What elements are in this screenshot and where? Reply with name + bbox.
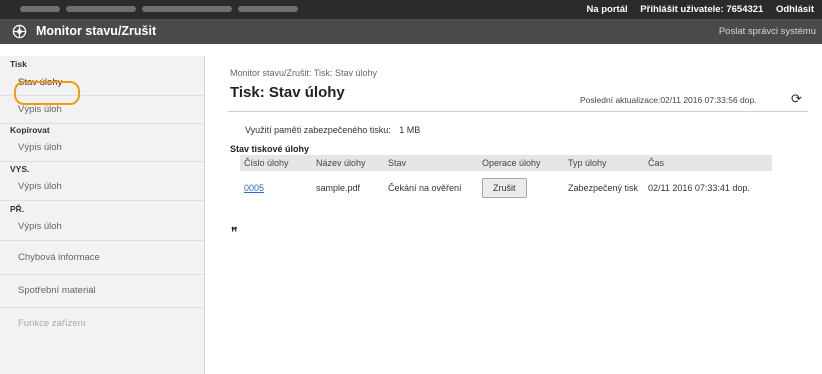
table-header-row: Číslo úlohy Název úlohy Stav Operace úlo… (240, 155, 772, 171)
col-job-name: Název úlohy (312, 155, 384, 171)
sidebar-heading-receive: PŘ. (10, 204, 25, 214)
divider (228, 111, 808, 112)
job-time: 02/11 2016 07:33:41 dop. (648, 183, 750, 193)
breadcrumb: Monitor stavu/Zrušit: Tisk: Stav úlohy (230, 68, 378, 78)
top-links: Na portál Přihlášit uživatele: 7654321 O… (576, 4, 814, 15)
job-id-link[interactable]: 0005 (244, 183, 264, 193)
app-title: Monitor stavu/Zrušit (36, 24, 157, 38)
page-title: Tisk: Stav úlohy (230, 84, 345, 101)
sidebar-heading-copy: Kopírovat (10, 125, 50, 135)
zoom-mark: ꟸ (231, 226, 238, 238)
sidebar-item-send-job-list[interactable]: Výpis úloh (0, 174, 204, 199)
job-name: sample.pdf (316, 183, 361, 193)
memory-label: Využití paměti zabezpečeného tisku: (245, 125, 391, 135)
job-type: Zabezpečený tisk (568, 183, 639, 193)
sidebar-item-copy-job-list[interactable]: Výpis úloh (0, 135, 204, 160)
sidebar-item-receive-job-list[interactable]: Výpis úloh (0, 214, 204, 239)
col-job-number: Číslo úlohy (240, 155, 312, 171)
sidebar-heading-send: VYS. (10, 164, 30, 174)
job-status: Čekání na ověření (388, 183, 462, 193)
last-update-text: Poslední aktualizace:02/11 2016 07:33:56… (580, 95, 757, 105)
cancel-job-button[interactable]: Zrušit (482, 178, 527, 198)
status-monitor-icon (12, 24, 27, 39)
sidebar-item-consumables[interactable]: Spotřební materiál (0, 276, 204, 306)
refresh-icon[interactable]: ⟳ (791, 91, 802, 107)
send-to-admin-link[interactable]: Poslat správci systému (719, 26, 816, 37)
top-bar: Na portál Přihlášit uživatele: 7654321 O… (0, 0, 822, 19)
table-row: 0005 sample.pdf Čekání na ověření Zrušit… (240, 171, 772, 205)
sidebar-item-error-info[interactable]: Chybová informace (0, 243, 204, 273)
sidebar-item-device-features[interactable]: Funkce zařízení (0, 309, 204, 339)
sidebar-heading-print: Tisk (10, 59, 27, 69)
logout-link[interactable]: Odhlásit (776, 4, 814, 15)
memory-usage: Využití paměti zabezpečeného tisku: 1 MB (245, 125, 420, 135)
col-action: Operace úlohy (478, 155, 564, 171)
login-user-text: Přihlášit uživatele: 7654321 (640, 4, 764, 15)
address-bar-blurred (20, 4, 350, 14)
memory-value: 1 MB (399, 125, 421, 135)
col-job-type: Typ úlohy (564, 155, 644, 171)
title-bar: Monitor stavu/Zrušit Poslat správci syst… (0, 19, 822, 44)
col-status: Stav (384, 155, 478, 171)
portal-link[interactable]: Na portál (586, 4, 627, 15)
selection-highlight (14, 81, 80, 105)
table-title: Stav tiskové úlohy (230, 144, 310, 154)
job-status-table: Číslo úlohy Název úlohy Stav Operace úlo… (240, 155, 772, 205)
col-time: Čas (644, 155, 772, 171)
